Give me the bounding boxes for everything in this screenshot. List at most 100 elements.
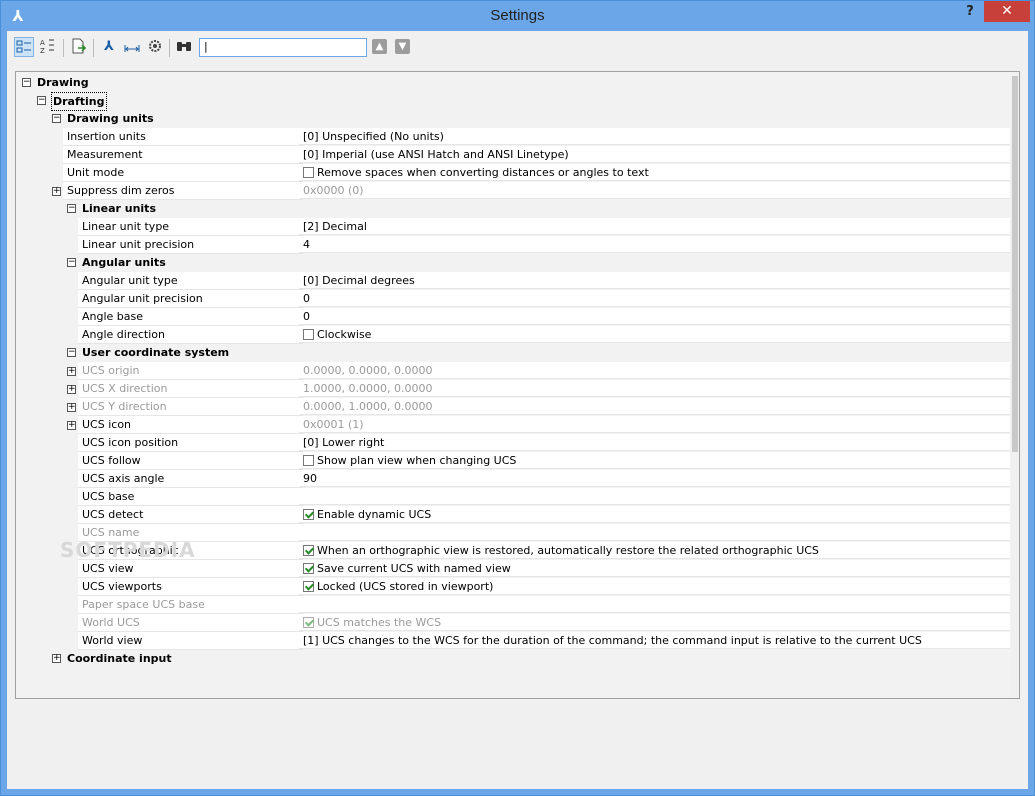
ucs-view-checkbox[interactable] (303, 563, 314, 574)
property-row-angle-direction[interactable]: Angle direction Clockwise (16, 326, 1010, 344)
property-row-linear-unit-type[interactable]: Linear unit type [2] Decimal (16, 218, 1010, 236)
property-row-ucs-view[interactable]: UCS view Save current UCS with named vie… (16, 560, 1010, 578)
scrollbar-thumb[interactable] (1012, 76, 1018, 452)
unit-mode-checkbox[interactable] (303, 167, 314, 178)
property-row-linear-unit-precision[interactable]: Linear unit precision 4 (16, 236, 1010, 254)
collapse-icon[interactable]: − (67, 258, 76, 267)
property-row-ucs-follow[interactable]: UCS follow Show plan view when changing … (16, 452, 1010, 470)
property-value[interactable]: When an orthographic view is restored, a… (299, 542, 1010, 559)
property-row-ucs-base[interactable]: UCS base (16, 488, 1010, 506)
property-row-ucs-y-direction[interactable]: + UCS Y direction 0.0000, 1.0000, 0.0000 (16, 398, 1010, 416)
ucs-detect-checkbox[interactable] (303, 509, 314, 520)
property-row-ucs-detect[interactable]: UCS detect Enable dynamic UCS (16, 506, 1010, 524)
property-value[interactable]: [0] Decimal degrees (299, 272, 1010, 289)
collapse-icon[interactable]: − (22, 78, 31, 87)
property-name: Measurement (63, 146, 303, 164)
category-drafting[interactable]: − Drafting (16, 92, 1010, 111)
property-value[interactable]: [1] UCS changes to the WCS for the durat… (299, 632, 1010, 649)
property-name: Unit mode (63, 164, 303, 182)
title-bar[interactable]: ⅄ Settings ? ✕ (1, 1, 1034, 31)
alphabetical-view-icon[interactable]: AZ (37, 37, 57, 57)
categorized-view-icon[interactable] (14, 37, 34, 57)
ucs-viewports-checkbox[interactable] (303, 581, 314, 592)
checkbox-label: Show plan view when changing UCS (317, 454, 517, 467)
property-row-angular-unit-precision[interactable]: Angular unit precision 0 (16, 290, 1010, 308)
collapse-icon[interactable]: − (67, 204, 76, 213)
category-linear-units[interactable]: − Linear units (16, 200, 1010, 218)
property-row-angle-base[interactable]: Angle base 0 (16, 308, 1010, 326)
property-value[interactable]: Remove spaces when converting distances … (299, 164, 1010, 181)
property-value[interactable]: 0 (299, 290, 1010, 307)
property-value[interactable]: [0] Unspecified (No units) (299, 128, 1010, 145)
help-button[interactable]: ? (959, 4, 981, 24)
toolbar-separator (63, 39, 64, 57)
property-name: UCS origin (78, 362, 303, 380)
dimension-styles-icon[interactable] (122, 37, 142, 57)
property-value[interactable]: 0 (299, 308, 1010, 325)
property-value[interactable]: 90 (299, 470, 1010, 487)
property-value[interactable]: [0] Imperial (use ANSI Hatch and ANSI Li… (299, 146, 1010, 163)
category-drawing-units[interactable]: − Drawing units (16, 110, 1010, 128)
ucs-orthographic-checkbox[interactable] (303, 545, 314, 556)
property-value: UCS matches the WCS (299, 614, 1010, 631)
property-row-ucs-icon[interactable]: + UCS icon 0x0001 (1) (16, 416, 1010, 434)
property-row-ucs-origin[interactable]: + UCS origin 0.0000, 0.0000, 0.0000 (16, 362, 1010, 380)
property-row-angular-unit-type[interactable]: Angular unit type [0] Decimal degrees (16, 272, 1010, 290)
export-icon[interactable] (69, 37, 89, 57)
property-name: UCS X direction (78, 380, 303, 398)
collapse-icon[interactable]: − (52, 114, 61, 123)
expand-icon[interactable]: + (67, 403, 76, 412)
world-ucs-checkbox (303, 617, 314, 628)
property-row-measurement[interactable]: Measurement [0] Imperial (use ANSI Hatch… (16, 146, 1010, 164)
settings-window: ⅄ Settings ? ✕ AZ ⅄ | ▲ ▼ − Drawing − Dr… (0, 0, 1035, 796)
expand-icon[interactable]: + (52, 187, 61, 196)
expand-icon[interactable]: + (67, 421, 76, 430)
property-row-ucs-axis-angle[interactable]: UCS axis angle 90 (16, 470, 1010, 488)
checkbox-label: When an orthographic view is restored, a… (317, 544, 819, 557)
find-next-icon[interactable]: ▼ (395, 39, 410, 54)
property-row-ucs-x-direction[interactable]: + UCS X direction 1.0000, 0.0000, 0.0000 (16, 380, 1010, 398)
property-value[interactable] (299, 488, 1010, 505)
drawing-settings-gear-icon[interactable] (145, 37, 165, 57)
property-row-suppress-dim-zeros[interactable]: + Suppress dim zeros 0x0000 (0) (16, 182, 1010, 200)
property-value[interactable]: Clockwise (299, 326, 1010, 343)
property-row-world-ucs[interactable]: World UCS UCS matches the WCS (16, 614, 1010, 632)
property-value[interactable]: [2] Decimal (299, 218, 1010, 235)
category-label: User coordinate system (82, 346, 230, 359)
property-value[interactable]: Save current UCS with named view (299, 560, 1010, 577)
property-value[interactable]: Show plan view when changing UCS (299, 452, 1010, 469)
angle-direction-checkbox[interactable] (303, 329, 314, 340)
property-value: 0x0000 (0) (299, 182, 1010, 199)
property-row-unit-mode[interactable]: Unit mode Remove spaces when converting … (16, 164, 1010, 182)
category-drawing[interactable]: − Drawing (16, 74, 1010, 92)
close-button[interactable]: ✕ (984, 1, 1030, 22)
ucs-follow-checkbox[interactable] (303, 455, 314, 466)
category-coordinate-input[interactable]: + Coordinate input (16, 650, 1010, 668)
property-row-insertion-units[interactable]: Insertion units [0] Unspecified (No unit… (16, 128, 1010, 146)
expand-icon[interactable]: + (67, 385, 76, 394)
toolbar-separator (169, 39, 170, 57)
property-value[interactable]: [0] Lower right (299, 434, 1010, 451)
category-angular-units[interactable]: − Angular units (16, 254, 1010, 272)
vertical-scrollbar[interactable] (1011, 72, 1019, 698)
property-value[interactable]: 4 (299, 236, 1010, 253)
property-row-ucs-viewports[interactable]: UCS viewports Locked (UCS stored in view… (16, 578, 1010, 596)
search-input[interactable]: | (199, 38, 367, 57)
property-name: Suppress dim zeros (63, 182, 303, 200)
collapse-icon[interactable]: − (37, 96, 46, 105)
category-user-coordinate-system[interactable]: − User coordinate system (16, 344, 1010, 362)
property-value: 0x0001 (1) (299, 416, 1010, 433)
checkbox-label: Locked (UCS stored in viewport) (317, 580, 494, 593)
property-row-ucs-icon-position[interactable]: UCS icon position [0] Lower right (16, 434, 1010, 452)
find-binoculars-icon[interactable] (174, 37, 194, 57)
find-previous-icon[interactable]: ▲ (372, 39, 387, 54)
collapse-icon[interactable]: − (67, 348, 76, 357)
property-row-world-view[interactable]: World view [1] UCS changes to the WCS fo… (16, 632, 1010, 650)
property-row-paper-space-ucs-base[interactable]: Paper space UCS base (16, 596, 1010, 614)
expand-icon[interactable]: + (52, 654, 61, 663)
property-name: Angle direction (78, 326, 303, 344)
property-value[interactable]: Locked (UCS stored in viewport) (299, 578, 1010, 595)
program-settings-icon[interactable]: ⅄ (99, 37, 119, 57)
expand-icon[interactable]: + (67, 367, 76, 376)
property-value[interactable]: Enable dynamic UCS (299, 506, 1010, 523)
